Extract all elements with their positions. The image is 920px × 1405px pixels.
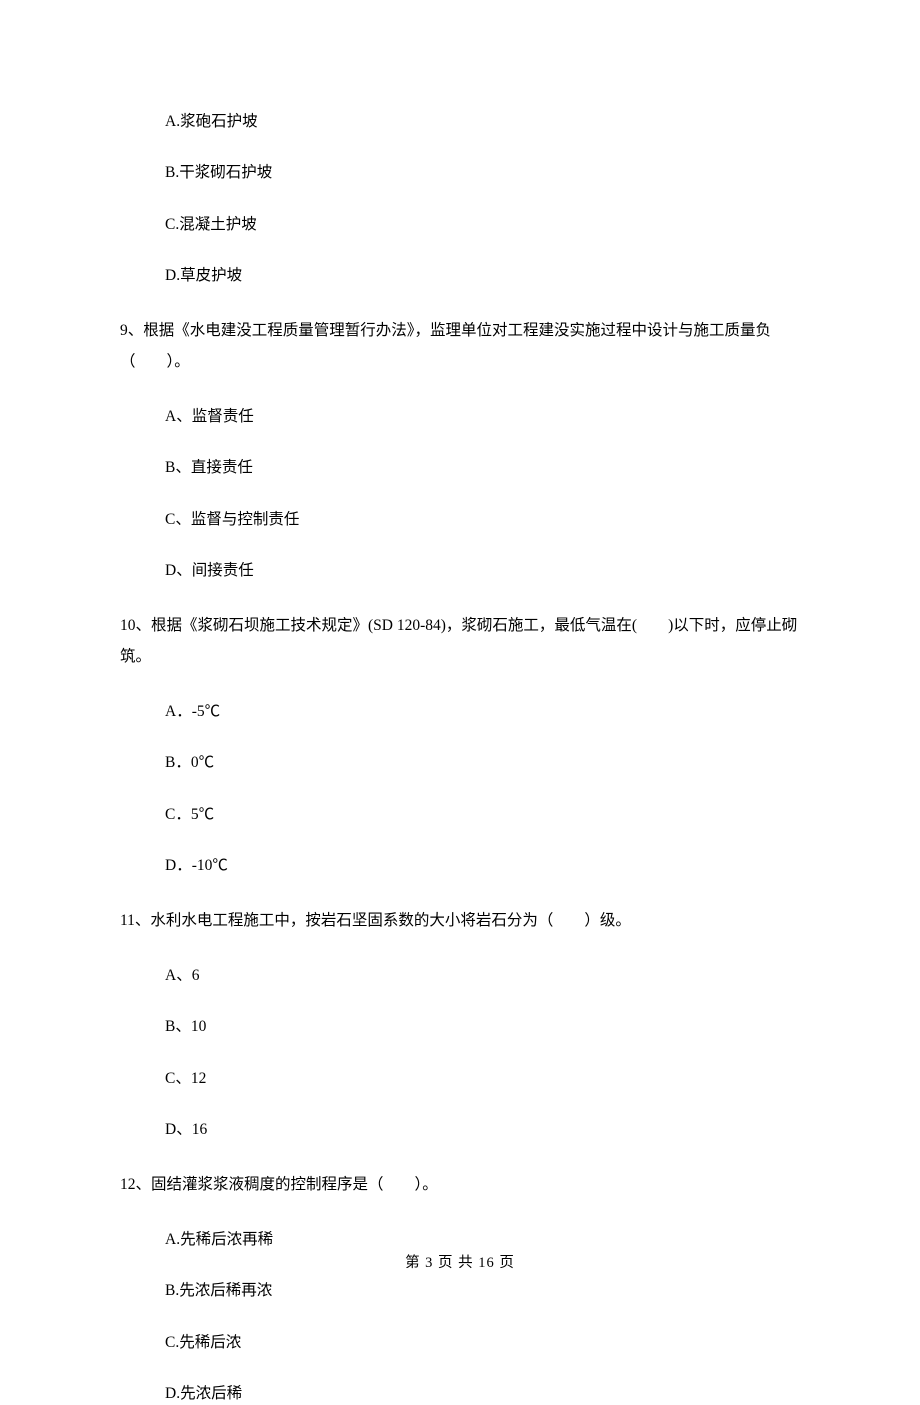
q8-option-d: D.草皮护坡 — [165, 264, 800, 287]
q9-option-c: C、监督与控制责任 — [165, 508, 800, 531]
q8-option-c: C.混凝土护坡 — [165, 213, 800, 236]
page-content: A.浆砲石护坡 B.干浆砌石护坡 C.混凝土护坡 D.草皮护坡 9、根据《水电建… — [0, 0, 920, 1405]
q10-option-a: A．-5℃ — [165, 700, 800, 723]
q9-option-b: B、直接责任 — [165, 456, 800, 479]
q11-option-a: A、6 — [165, 964, 800, 987]
q8-option-a: A.浆砲石护坡 — [165, 110, 800, 133]
q9-option-a: A、监督责任 — [165, 405, 800, 428]
q9-text: 9、根据《水电建没工程质量管理暂行办法》，监理单位对工程建没实施过程中设计与施工… — [120, 315, 800, 377]
q12-option-c: C.先稀后浓 — [165, 1331, 800, 1354]
q10-option-d: D．-10℃ — [165, 854, 800, 877]
q11-option-c: C、12 — [165, 1067, 800, 1090]
page-footer: 第 3 页 共 16 页 — [0, 1251, 920, 1272]
q12-text: 12、固结灌浆浆液稠度的控制程序是（ ）。 — [120, 1169, 800, 1200]
q12-option-b: B.先浓后稀再浓 — [165, 1279, 800, 1302]
q9-option-d: D、间接责任 — [165, 559, 800, 582]
q11-option-b: B、10 — [165, 1015, 800, 1038]
q8-option-b: B.干浆砌石护坡 — [165, 161, 800, 184]
q11-option-d: D、16 — [165, 1118, 800, 1141]
q12-option-a: A.先稀后浓再稀 — [165, 1228, 800, 1251]
q10-option-b: B．0℃ — [165, 751, 800, 774]
q10-option-c: C．5℃ — [165, 803, 800, 826]
q10-text: 10、根据《浆砌石坝施工技术规定》(SD 120-84)，浆砌石施工，最低气温在… — [120, 610, 800, 672]
q12-option-d: D.先浓后稀 — [165, 1382, 800, 1405]
q11-text: 11、水利水电工程施工中，按岩石坚固系数的大小将岩石分为（ ）级。 — [120, 905, 800, 936]
